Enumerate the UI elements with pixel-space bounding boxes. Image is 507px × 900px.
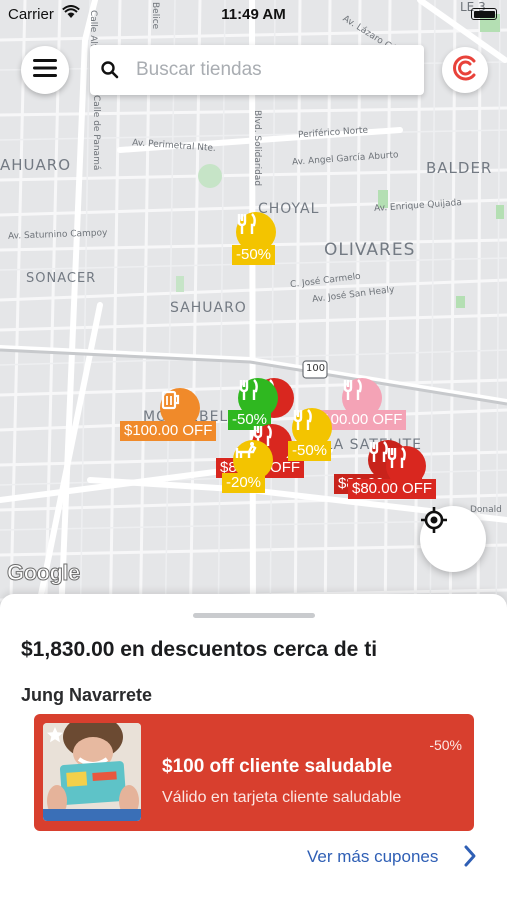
search-icon [100, 60, 120, 85]
search-bar[interactable] [90, 45, 424, 95]
chevron-right-icon[interactable] [463, 844, 477, 873]
pin-label: $80.00 OFF [348, 479, 437, 499]
more-coupons-link[interactable]: Ver más cupones [307, 847, 438, 867]
pin-label: -50% [232, 245, 276, 265]
search-input[interactable] [136, 55, 406, 85]
brand-logo-button[interactable] [442, 47, 488, 93]
map-label-street: Blvd. Solidaridad [252, 110, 262, 187]
highway-shield-label: 100 [306, 363, 326, 374]
coupon-title: $100 off cliente saludable [162, 756, 393, 777]
battery-icon [471, 8, 497, 20]
sheet-drag-handle[interactable] [193, 613, 315, 618]
bottom-sheet[interactable]: $1,830.00 en descuentos cerca de ti Jung… [0, 594, 507, 900]
coupon-subtitle: Válido en tarjeta cliente saludable [162, 789, 402, 806]
pin-label: $100.00 OFF [120, 421, 217, 441]
store-name: Jung Navarrete [21, 685, 153, 705]
map-label-street: Calle de Panamá [91, 95, 101, 171]
map-label-neighborhood: OLIVARES [324, 240, 416, 260]
map-label-neighborhood: SAHUARO [170, 300, 247, 316]
status-bar: Carrier 11:49 AM [0, 0, 507, 28]
hamburger-icon [33, 58, 57, 83]
coupon-card[interactable]: $100 off cliente saludable Válido en tar… [34, 714, 474, 831]
map-label-neighborhood: BALDER [426, 159, 493, 177]
map[interactable]: AHUARO BALDER CHOYAL OLIVARES SONACER SA… [0, 0, 507, 640]
star-icon [46, 726, 64, 749]
coupon-discount-badge: -50% [429, 737, 462, 753]
pin-label: -20% [222, 473, 266, 493]
google-logo: Google [7, 560, 81, 586]
locate-me-button[interactable] [420, 506, 486, 572]
sheet-title: $1,830.00 en descuentos cerca de ti [21, 638, 378, 661]
map-label-neighborhood: SONACER [26, 271, 97, 286]
map-label-neighborhood: AHUARO [0, 156, 72, 174]
menu-button[interactable] [21, 46, 69, 94]
brand-logo-icon [450, 53, 480, 88]
pin-label: -50% [288, 441, 332, 461]
clock: 11:49 AM [221, 6, 286, 23]
